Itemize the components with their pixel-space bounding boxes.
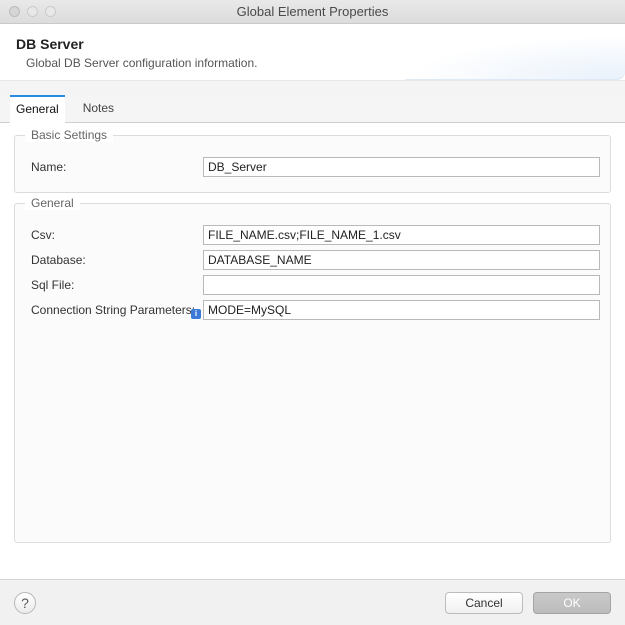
ok-button[interactable]: OK [533, 592, 611, 614]
group-title: General [25, 196, 80, 210]
field-label: Csv: [25, 228, 203, 242]
buttonbar: ? Cancel OK [0, 579, 625, 625]
titlebar: Global Element Properties [0, 0, 625, 24]
header-title: DB Server [16, 36, 609, 52]
traffic-lights [0, 6, 56, 17]
button-label: OK [563, 596, 580, 610]
header-subtitle: Global DB Server configuration informati… [26, 56, 609, 70]
name-input[interactable] [203, 157, 600, 177]
close-window-icon[interactable] [9, 6, 20, 17]
tab-label: General [16, 102, 59, 116]
group-general: General Csv: Database: Sql File: Connect… [14, 203, 611, 543]
help-icon: ? [21, 595, 29, 611]
group-title: Basic Settings [25, 128, 113, 142]
field-label: Sql File: [25, 278, 203, 292]
window-title: Global Element Properties [0, 4, 625, 19]
tabbar: General Notes [0, 95, 625, 123]
zoom-window-icon[interactable] [45, 6, 56, 17]
tab-notes[interactable]: Notes [77, 95, 120, 122]
field-label: Name: [25, 160, 203, 174]
database-input[interactable] [203, 250, 600, 270]
field-row-connparams: Connection String Parameters: i [25, 300, 600, 320]
field-label: Database: [25, 253, 203, 267]
field-label: Connection String Parameters: [25, 303, 203, 317]
cancel-button[interactable]: Cancel [445, 592, 523, 614]
tab-content: Basic Settings Name: General Csv: Databa… [0, 123, 625, 579]
csv-input[interactable] [203, 225, 600, 245]
help-button[interactable]: ? [14, 592, 36, 614]
field-row-database: Database: [25, 250, 600, 270]
button-label: Cancel [465, 596, 502, 610]
info-icon[interactable]: i [191, 309, 201, 319]
sqlfile-input[interactable] [203, 275, 600, 295]
dialog-header: DB Server Global DB Server configuration… [0, 24, 625, 81]
field-row-name: Name: [25, 157, 600, 177]
tab-general[interactable]: General [10, 95, 65, 123]
tab-label: Notes [83, 101, 114, 115]
field-row-csv: Csv: [25, 225, 600, 245]
field-row-sqlfile: Sql File: [25, 275, 600, 295]
dialog-window: Global Element Properties DB Server Glob… [0, 0, 625, 625]
minimize-window-icon[interactable] [27, 6, 38, 17]
connection-string-parameters-input[interactable] [203, 300, 600, 320]
group-basic-settings: Basic Settings Name: [14, 135, 611, 193]
